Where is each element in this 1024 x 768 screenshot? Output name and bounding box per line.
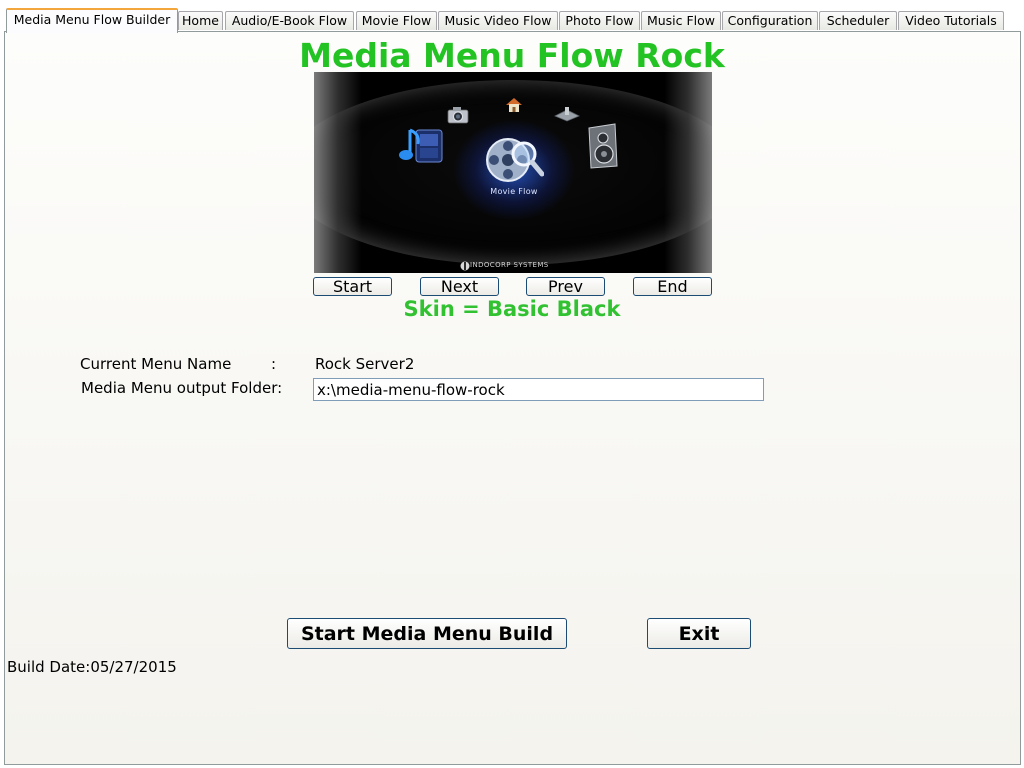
prev-button[interactable]: Prev	[526, 277, 605, 296]
tab-configuration[interactable]: Configuration	[722, 11, 818, 30]
tab-scheduler[interactable]: Scheduler	[819, 11, 897, 30]
tab-home[interactable]: Home	[178, 11, 223, 30]
film-reel-icon	[486, 138, 544, 182]
skin-preview-image: Movie Flow INDOCORP SYSTEMS	[314, 72, 712, 273]
vendor-label: INDOCORP SYSTEMS	[470, 261, 549, 269]
output-folder-field[interactable]	[313, 378, 764, 401]
build-date-label: Build Date:05/27/2015	[7, 658, 177, 676]
end-button[interactable]: End	[633, 277, 712, 296]
page-title: Media Menu Flow Rock	[299, 36, 725, 75]
tab-music-flow[interactable]: Music Flow	[641, 11, 721, 30]
tab-movie-flow[interactable]: Movie Flow	[356, 11, 437, 30]
exit-button[interactable]: Exit	[647, 618, 751, 649]
camera-icon	[447, 107, 469, 124]
skin-label: Skin = Basic Black	[403, 297, 621, 321]
current-menu-colon: :	[271, 355, 277, 373]
network-icon	[554, 107, 580, 122]
speaker-icon	[588, 123, 618, 169]
tab-audio-ebook-flow[interactable]: Audio/E-Book Flow	[225, 11, 354, 30]
home-icon	[506, 98, 522, 112]
start-media-menu-build-button[interactable]: Start Media Menu Build	[287, 618, 567, 649]
preview-caption: Movie Flow	[490, 187, 538, 196]
output-folder-label: Media Menu output Folder:	[81, 379, 283, 397]
current-menu-name-label: Current Menu Name	[80, 355, 232, 373]
start-button[interactable]: Start	[313, 277, 392, 296]
tab-video-tutorials[interactable]: Video Tutorials	[898, 11, 1004, 30]
music-note-icon	[399, 128, 443, 163]
tab-photo-flow[interactable]: Photo Flow	[559, 11, 640, 30]
tab-strip: Media Menu Flow Builder Home Audio/E-Boo…	[0, 0, 1024, 33]
tab-media-menu-flow-builder[interactable]: Media Menu Flow Builder	[6, 8, 178, 33]
current-menu-name-value: Rock Server2	[315, 355, 415, 373]
next-button[interactable]: Next	[420, 277, 499, 296]
tab-music-video-flow[interactable]: Music Video Flow	[438, 11, 558, 30]
